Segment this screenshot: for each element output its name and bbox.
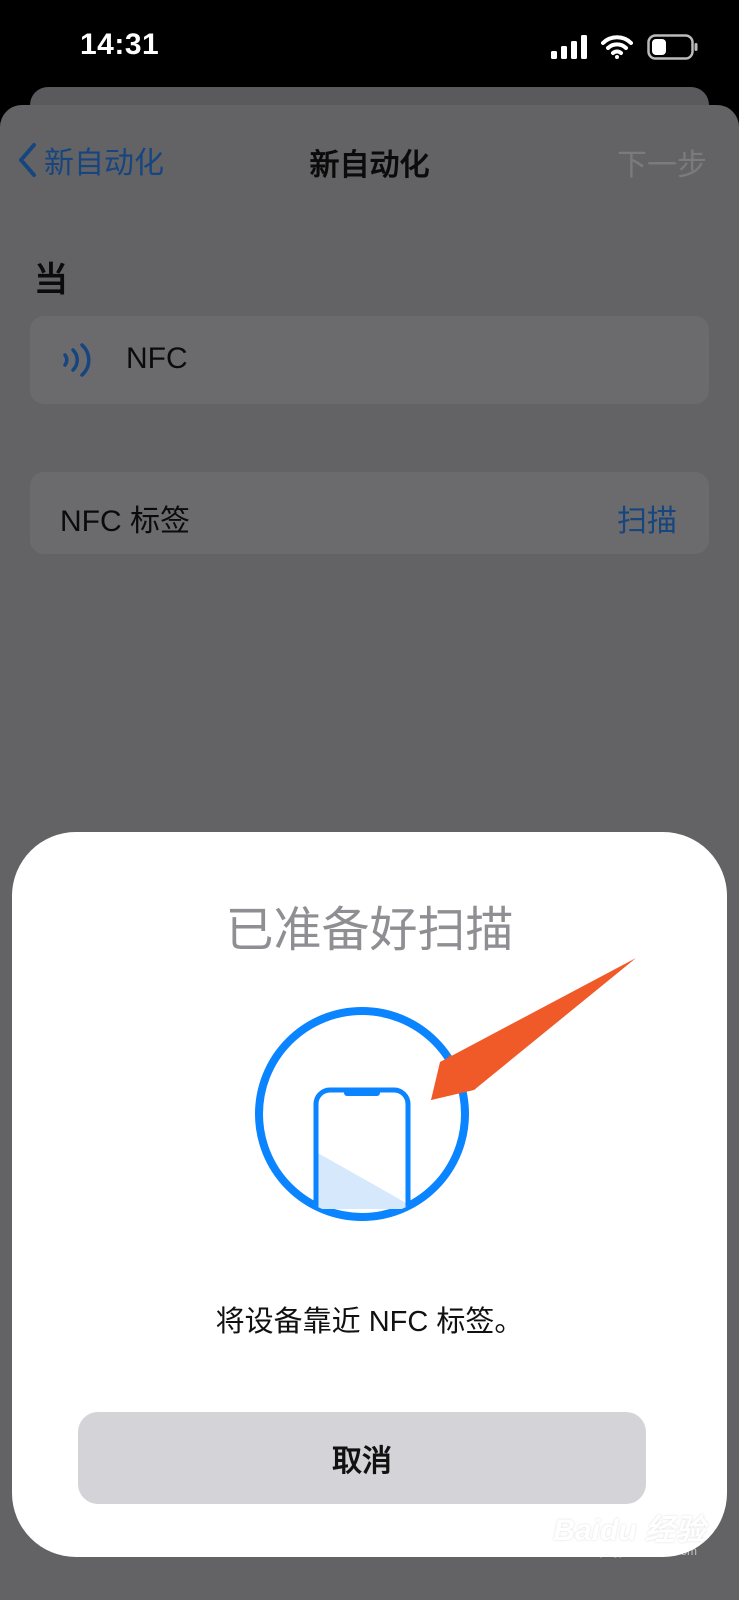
section-heading-when: 当 bbox=[34, 261, 68, 299]
watermark-logo: Baidu 经验 bbox=[553, 1514, 705, 1547]
nfc-trigger-label: NFC bbox=[126, 342, 188, 375]
cellular-signal-icon bbox=[551, 35, 587, 59]
cancel-button[interactable]: 取消 bbox=[78, 1412, 646, 1504]
nfc-trigger-row[interactable]: NFC bbox=[30, 316, 709, 404]
nfc-tag-row: NFC 标签 扫描 bbox=[30, 472, 709, 554]
phone-in-circle-icon bbox=[252, 1004, 472, 1229]
next-button[interactable]: 下一步 bbox=[617, 140, 707, 184]
wifi-icon bbox=[601, 35, 633, 59]
battery-icon bbox=[647, 34, 699, 60]
status-icons bbox=[551, 34, 699, 60]
scan-button[interactable]: 扫描 bbox=[617, 496, 677, 540]
watermark-url: jingyan.baidu.com bbox=[600, 1544, 697, 1558]
nfc-waves-icon bbox=[62, 340, 96, 385]
status-bar: 14:31 bbox=[0, 0, 739, 100]
status-time: 14:31 bbox=[80, 28, 160, 61]
scan-instruction: 将设备靠近 NFC 标签。 bbox=[215, 1306, 524, 1338]
ready-to-scan-sheet: 已准备好扫描 将设备靠近 NFC 标签。 取消 bbox=[12, 832, 727, 1557]
nfc-tag-label: NFC 标签 bbox=[60, 505, 190, 538]
scan-sheet-title: 已准备好扫描 bbox=[225, 904, 514, 957]
